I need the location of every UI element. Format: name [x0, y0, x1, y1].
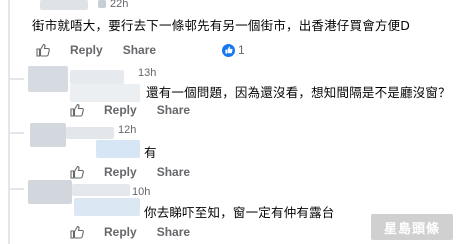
comment-time[interactable]: 22h: [110, 0, 128, 10]
redacted-name: [70, 70, 124, 84]
like-reaction-icon: [222, 43, 236, 57]
thread-branch: [8, 188, 24, 190]
redacted-avatar: [30, 123, 66, 147]
comment-actions: Reply Share: [70, 102, 190, 118]
thread-branch: [8, 78, 24, 80]
redacted-avatar: [28, 66, 68, 92]
redacted-avatar: [98, 0, 106, 8]
thread-line: [8, 0, 10, 244]
share-button[interactable]: Share: [157, 103, 190, 117]
comment-actions: Reply Share: [70, 224, 190, 240]
reply-button[interactable]: Reply: [70, 43, 103, 57]
reply-button[interactable]: Reply: [104, 165, 137, 179]
reply-button[interactable]: Reply: [104, 225, 137, 239]
reaction-count: 1: [238, 43, 245, 57]
share-button[interactable]: Share: [123, 43, 156, 57]
redacted-name: [96, 140, 140, 158]
share-button[interactable]: Share: [157, 225, 190, 239]
redacted-name: [66, 127, 114, 139]
watermark-text: 星島頭條: [383, 221, 440, 237]
comment-actions: Reply Share: [70, 164, 190, 180]
redacted-name: [74, 198, 140, 216]
comment-actions: Reply Share 1: [36, 42, 245, 58]
comment-time[interactable]: 13h: [138, 67, 156, 79]
thread-branch: [8, 132, 24, 134]
comment-text: 街市就唔大，要行去下一條邨先有另一個街市，出香港仔買會方便D: [32, 18, 411, 33]
like-icon[interactable]: [36, 43, 50, 57]
comment-time[interactable]: 10h: [132, 186, 150, 198]
comment-text: 還有一個問題，因為還沒看，想知間隔是不是廳沒窗？: [146, 85, 451, 100]
redacted-avatar: [28, 180, 72, 204]
like-icon[interactable]: [70, 225, 84, 239]
comment-text: 你去睇吓至知，窗一定有仲有露台: [144, 205, 335, 220]
reply-button[interactable]: Reply: [104, 103, 137, 117]
redacted-name: [72, 184, 130, 196]
watermark-logo: 星島頭條: [370, 213, 454, 241]
comment-time[interactable]: 12h: [118, 124, 136, 136]
share-button[interactable]: Share: [157, 165, 190, 179]
redacted-name: [40, 0, 88, 10]
reaction-summary[interactable]: 1: [222, 43, 245, 57]
like-icon[interactable]: [70, 165, 84, 179]
redacted-name: [70, 84, 140, 102]
like-icon[interactable]: [70, 103, 84, 117]
comment-text: 有: [144, 145, 157, 160]
